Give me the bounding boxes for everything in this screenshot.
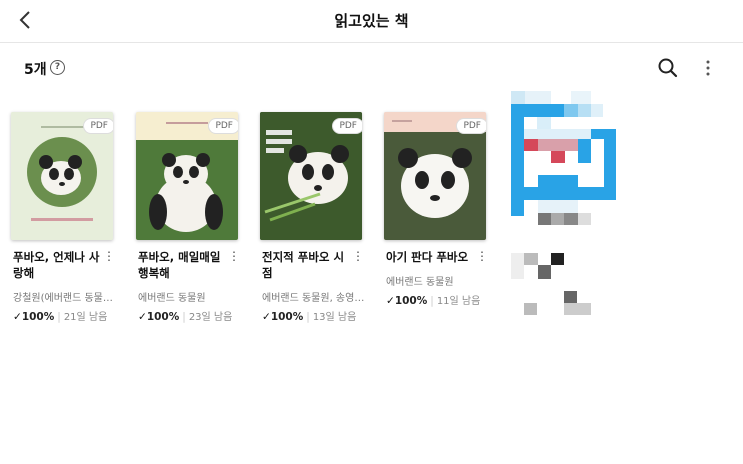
search-icon[interactable] (657, 57, 679, 79)
help-icon[interactable]: ? (50, 60, 65, 75)
pdf-badge: PDF (332, 118, 362, 134)
reading-progress: ✓100% | 13일 남음 (262, 308, 356, 323)
check-icon: ✓ (386, 295, 395, 307)
book-more-icon[interactable]: ⋮ (352, 249, 364, 263)
pixelated-cover-image (511, 91, 616, 315)
book-title[interactable]: 푸바오, 언제나 사랑해 (13, 249, 101, 281)
book-count: 5개 (24, 62, 47, 78)
progress-percent: 100% (270, 311, 304, 323)
reading-progress: ✓100% | 21일 남음 (13, 308, 107, 323)
book-author: 강철원(에버랜드 동물… (13, 293, 113, 304)
days-left: 11일 남음 (436, 296, 481, 307)
pixelated-book-card[interactable] (511, 91, 616, 321)
book-card[interactable]: PDF 푸바오, 매일매일 행복해 ⋮ 에버랜드 동물원 ✓100% | 23일 남… (136, 112, 246, 323)
days-left: 13일 남음 (312, 312, 357, 323)
pdf-badge: PDF (208, 118, 238, 134)
book-title[interactable]: 푸바오, 매일매일 행복해 (138, 249, 226, 281)
book-more-icon[interactable]: ⋮ (476, 249, 488, 263)
progress-percent: 100% (21, 311, 55, 323)
book-title[interactable]: 아기 판다 푸바오 (386, 249, 476, 265)
book-card[interactable]: PDF 전지적 푸바오 시점 ⋮ 에버랜드 동물원, 송영… ✓100% | 13일… (260, 112, 370, 323)
check-icon: ✓ (262, 311, 271, 323)
divider: | (306, 311, 310, 323)
book-cover[interactable]: PDF (260, 112, 362, 240)
check-icon: ✓ (13, 311, 22, 323)
book-author: 에버랜드 동물원 (138, 293, 206, 304)
book-title[interactable]: 전지적 푸바오 시점 (262, 249, 350, 281)
book-card[interactable]: PDF 푸바오, 언제나 사랑해 ⋮ 강철원(에버랜드 동물… ✓100% | 21… (11, 112, 121, 323)
days-left: 23일 남음 (188, 312, 233, 323)
page-title: 읽고있는 책 (334, 12, 409, 30)
reading-progress: ✓100% | 23일 남음 (138, 308, 232, 323)
more-options-icon[interactable] (700, 57, 716, 79)
book-more-icon[interactable]: ⋮ (103, 249, 115, 263)
pdf-badge: PDF (456, 118, 486, 134)
book-cover[interactable]: PDF (384, 112, 486, 240)
top-bar: 읽고있는 책 (0, 0, 743, 43)
book-card[interactable]: PDF 아기 판다 푸바오 ⋮ 에버랜드 동물원 ✓100% | 11일 남음 (384, 112, 494, 307)
pdf-badge: PDF (83, 118, 113, 134)
progress-percent: 100% (146, 311, 180, 323)
divider: | (430, 295, 434, 307)
book-cover[interactable]: PDF (136, 112, 238, 240)
days-left: 21일 남음 (63, 312, 108, 323)
book-cover[interactable]: PDF (11, 112, 113, 240)
divider: | (57, 311, 61, 323)
reading-progress: ✓100% | 11일 남음 (386, 292, 480, 307)
check-icon: ✓ (138, 311, 147, 323)
progress-percent: 100% (394, 295, 428, 307)
book-author: 에버랜드 동물원 (386, 277, 454, 288)
book-more-icon[interactable]: ⋮ (228, 249, 240, 263)
divider: | (182, 311, 186, 323)
book-author: 에버랜드 동물원, 송영… (262, 293, 364, 304)
